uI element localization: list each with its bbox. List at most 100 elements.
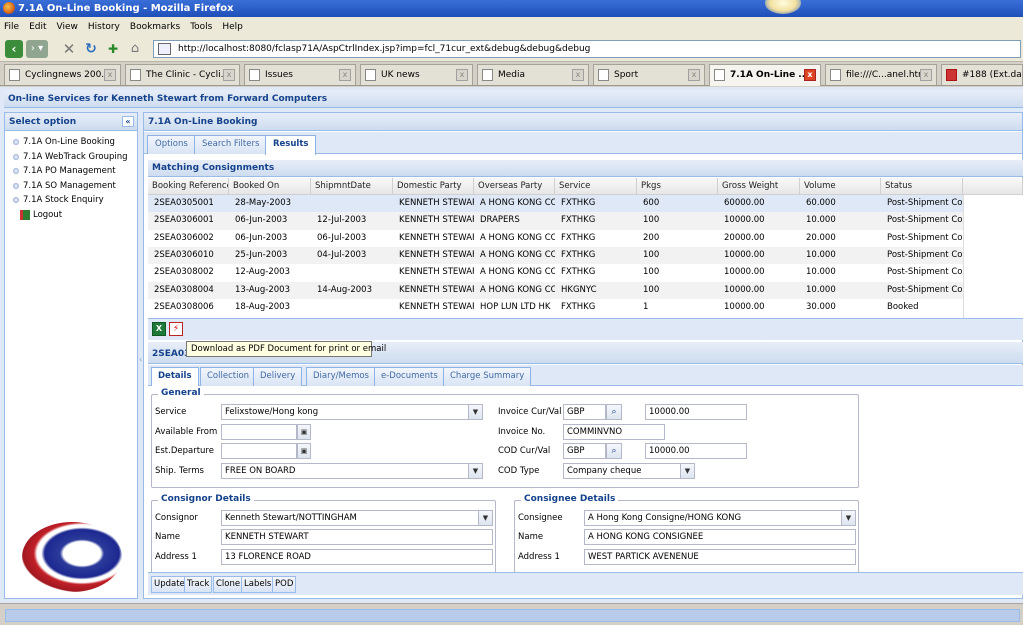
tab-e-documents[interactable]: e-Documents <box>374 367 445 386</box>
column-header[interactable]: Booked On <box>229 178 311 195</box>
sidebar-item-online-booking[interactable]: 7.1A On-Line Booking <box>5 135 137 150</box>
sidebar-item-stock-enquiry[interactable]: 7.1A Stock Enquiry <box>5 193 137 208</box>
clone-button[interactable]: Clone <box>213 576 244 593</box>
consignor-name-field[interactable]: KENNETH STEWART <box>221 529 493 545</box>
tab-results[interactable]: Results <box>265 135 317 155</box>
column-header[interactable]: ShipmntDate <box>311 178 393 195</box>
cod-type-combo[interactable]: Company cheque ▼ <box>563 463 695 479</box>
chevron-down-icon[interactable]: ▼ <box>478 511 492 525</box>
table-row[interactable]: 2SEA0308006 18-Aug-2003 KENNETH STEWART HOP… <box>148 299 963 316</box>
close-tab-icon[interactable]: x <box>339 69 351 81</box>
menu-bookmarks[interactable]: Bookmarks <box>130 22 180 32</box>
search-icon[interactable]: ⌕ <box>606 404 622 420</box>
column-header[interactable]: Pkgs <box>637 178 718 195</box>
close-tab-icon[interactable]: x <box>223 69 235 81</box>
close-tab-icon[interactable]: x <box>104 69 116 81</box>
available-from-field[interactable] <box>221 424 297 440</box>
column-header[interactable]: Domestic Party <box>393 178 474 195</box>
close-tab-icon[interactable]: x <box>804 69 816 81</box>
table-row[interactable]: 2SEA0308002 12-Aug-2003 KENNETH STEWART A H… <box>148 264 963 281</box>
chevron-down-icon[interactable]: ▼ <box>468 405 482 419</box>
browser-tab[interactable]: Cyclingnews 200... x <box>4 64 121 85</box>
url-field[interactable]: http://localhost:8080/fclasp71A/AspCtrlI… <box>153 40 1021 58</box>
search-icon[interactable]: ⌕ <box>606 443 622 459</box>
tab-delivery[interactable]: Delivery <box>253 367 303 386</box>
est-departure-field[interactable] <box>221 443 297 459</box>
update-button[interactable]: Update <box>151 576 188 593</box>
table-row[interactable]: 2SEA0306010 25-Jun-2003 04-Jul-2003 KENNETH… <box>148 246 963 265</box>
service-combo[interactable]: Felixstowe/Hong kong ▼ <box>221 404 483 420</box>
stop-icon[interactable]: ✕ <box>60 40 78 58</box>
sidebar-item-logout[interactable]: Logout <box>5 208 137 223</box>
consignee-combo[interactable]: A Hong Kong Consigne/HONG KONG ▼ <box>584 510 856 526</box>
sidebar-item-po-management[interactable]: 7.1A PO Management <box>5 164 137 179</box>
consignee-address-field[interactable]: WEST PARTICK AVENENUE <box>584 549 856 565</box>
close-tab-icon[interactable]: x <box>456 69 468 81</box>
cod-currency-field[interactable]: GBP <box>563 443 606 459</box>
browser-tab[interactable]: Issues x <box>244 64 356 85</box>
table-cell: 100 <box>643 215 660 226</box>
browser-tab[interactable]: UK news x <box>360 64 473 85</box>
tab-details[interactable]: Details <box>151 367 199 386</box>
splitter-handle[interactable]: ‹ <box>139 340 145 380</box>
consignor-combo[interactable]: Kenneth Stewart/NOTTINGHAM ▼ <box>221 510 493 526</box>
close-tab-icon[interactable]: x <box>572 69 584 81</box>
column-header[interactable]: Overseas Party <box>474 178 555 195</box>
table-row[interactable]: 2SEA0306002 06-Jun-2003 06-Jul-2003 KENNETH… <box>148 230 963 247</box>
tab-diary-memos[interactable]: Diary/Memos <box>306 367 376 386</box>
column-header[interactable]: Volume <box>800 178 881 195</box>
browser-tab[interactable]: Sport x <box>593 64 705 85</box>
tab-collection[interactable]: Collection <box>200 367 257 386</box>
pdf-export-icon[interactable]: ⚡ <box>169 322 183 336</box>
consignor-label: Consignor <box>155 513 198 523</box>
tab-search-filters[interactable]: Search Filters <box>194 135 268 154</box>
chevron-down-icon[interactable]: ▼ <box>841 511 855 525</box>
browser-tab[interactable]: Media x <box>477 64 589 85</box>
sidebar-item-so-management[interactable]: 7.1A SO Management <box>5 179 137 194</box>
menu-file[interactable]: File <box>4 22 19 32</box>
invoice-no-field[interactable]: COMMINVNO <box>563 424 665 440</box>
column-header[interactable]: Gross Weight <box>718 178 800 195</box>
track-button[interactable]: Track <box>184 576 213 593</box>
menu-edit[interactable]: Edit <box>29 22 46 32</box>
column-header[interactable]: Status <box>881 178 963 195</box>
invoice-value-field[interactable]: 10000.00 <box>645 404 747 420</box>
ship-terms-combo[interactable]: FREE ON BOARD ▼ <box>221 463 483 479</box>
menu-view[interactable]: View <box>57 22 78 32</box>
menu-history[interactable]: History <box>88 22 120 32</box>
back-button[interactable]: ‹ <box>5 40 23 58</box>
table-row[interactable]: 2SEA0308004 13-Aug-2003 14-Aug-2003 KENNETH… <box>148 281 963 299</box>
table-cell: 18-Aug-2003 <box>235 301 290 312</box>
cod-value-field[interactable]: 10000.00 <box>645 443 747 459</box>
close-tab-icon[interactable]: x <box>920 69 932 81</box>
table-row[interactable]: 2SEA0305001 28-May-2003 KENNETH STEWART A H… <box>148 195 963 213</box>
column-header[interactable]: Booking Reference <box>148 178 229 195</box>
labels-button[interactable]: Labels <box>241 576 275 593</box>
calendar-icon[interactable]: ▣ <box>297 424 311 440</box>
browser-tab[interactable]: file:///C...anel.html x <box>825 64 937 85</box>
tab-options[interactable]: Options <box>147 135 196 154</box>
menu-help[interactable]: Help <box>222 22 243 32</box>
pod-button[interactable]: POD <box>272 576 297 593</box>
column-header[interactable]: Service <box>555 178 637 195</box>
close-tab-icon[interactable]: x <box>688 69 700 81</box>
tab-charge-summary[interactable]: Charge Summary <box>443 367 532 386</box>
table-row[interactable]: 2SEA0306001 06-Jun-2003 12-Jul-2003 KENNETH… <box>148 212 963 230</box>
chevron-down-icon[interactable]: ▼ <box>468 464 482 478</box>
collapse-icon[interactable]: « <box>122 116 134 127</box>
forward-button[interactable]: › ▾ <box>26 40 48 58</box>
chevron-down-icon[interactable]: ▼ <box>680 464 694 478</box>
menu-tools[interactable]: Tools <box>190 22 212 32</box>
browser-tab-active[interactable]: 7.1A On-Line ... x <box>709 64 821 86</box>
calendar-icon[interactable]: ▣ <box>297 443 311 459</box>
excel-export-icon[interactable]: X <box>152 322 166 336</box>
invoice-currency-field[interactable]: GBP <box>563 404 606 420</box>
home-icon[interactable]: ⌂ <box>126 40 144 58</box>
bookmark-add-icon[interactable]: ✚ <box>104 40 122 58</box>
browser-tab[interactable]: #188 (Ext.data. <box>941 64 1023 85</box>
reload-icon[interactable]: ↻ <box>82 40 100 58</box>
sidebar-item-webtrack-grouping[interactable]: 7.1A WebTrack Grouping <box>5 150 137 165</box>
consignor-address-field[interactable]: 13 FLORENCE ROAD <box>221 549 493 565</box>
browser-tab[interactable]: The Clinic - Cycli... x <box>125 64 240 85</box>
consignee-name-field[interactable]: A HONG KONG CONSIGNEE <box>584 529 856 545</box>
